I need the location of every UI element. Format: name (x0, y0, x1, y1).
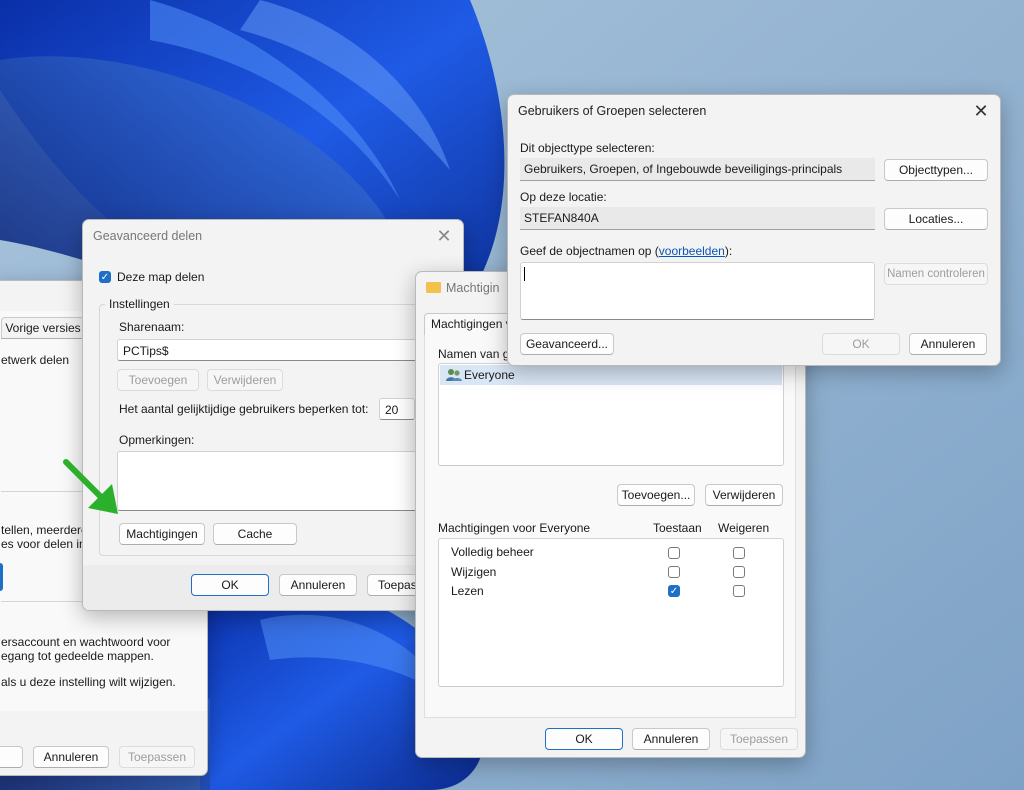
modify-allow-checkbox[interactable] (668, 566, 680, 578)
settings-group-label: Instellingen (105, 297, 174, 311)
location-label: Op deze locatie: (520, 190, 607, 204)
dialog-title: Geavanceerd delen (93, 229, 203, 243)
object-names-input[interactable] (520, 262, 875, 320)
add-group-button[interactable]: Toevoegen... (617, 484, 695, 506)
read-deny-checkbox[interactable] (733, 585, 745, 597)
select-users-titlebar[interactable]: Gebruikers of Groepen selecteren ✕ (508, 95, 1000, 127)
remove-share-button: Verwijderen (207, 369, 283, 391)
group-name: Everyone (464, 368, 515, 382)
add-share-button: Toevoegen (117, 369, 199, 391)
close-icon[interactable]: ✕ (427, 222, 461, 250)
user-limit-label: Het aantal gelijktijdige gebruikers bepe… (119, 402, 369, 416)
share-name-value: PCTips$ (123, 344, 169, 358)
object-type-field: Gebruikers, Groepen, of Ingebouwde bevei… (520, 158, 875, 181)
check-names-button: Namen controleren (884, 263, 988, 285)
read-allow-checkbox[interactable]: ✓ (668, 585, 680, 597)
group-list-item[interactable]: Everyone (440, 365, 782, 385)
tab-previous-versions[interactable]: Vorige versies (1, 317, 85, 339)
permission-row-read: Lezen (451, 584, 484, 598)
permissions-cancel-button[interactable]: Annuleren (632, 728, 710, 750)
annotation-arrow (63, 459, 118, 514)
permissions-title: Machtigin (446, 281, 500, 295)
object-names-label: Geef de objectnamen op (voorbeelden): (520, 244, 732, 258)
group-names-label: Namen van g (438, 347, 510, 361)
close-icon[interactable]: ✕ (964, 97, 998, 125)
allow-header: Toestaan (653, 521, 702, 535)
permissions-for-label: Machtigingen voor Everyone (438, 521, 591, 535)
advanced-sharing-text-1: tellen, meerdere (1, 523, 88, 537)
back-ok-button-edge[interactable] (0, 746, 23, 768)
change-setting-text: als u deze instelling wilt wijzigen. (1, 675, 176, 689)
object-types-button[interactable]: Objecttypen... (884, 159, 988, 181)
examples-link[interactable]: voorbeelden (659, 244, 725, 258)
share-folder-checkbox[interactable]: ✓ (99, 271, 111, 283)
permissions-button[interactable]: Machtigingen (119, 523, 205, 545)
user-limit-input[interactable]: 20 (379, 398, 415, 420)
locations-button[interactable]: Locaties... (884, 208, 988, 230)
share-name-input[interactable]: PCTips$ (117, 339, 463, 361)
advanced-sharing-button-edge[interactable] (0, 563, 3, 591)
permissions-table: Volledig beheer Wijzigen Lezen ✓ (438, 538, 784, 687)
folder-icon (426, 282, 441, 293)
user-limit-value: 20 (385, 403, 399, 417)
full-control-allow-checkbox[interactable] (668, 547, 680, 559)
full-control-deny-checkbox[interactable] (733, 547, 745, 559)
permissions-ok-button[interactable]: OK (545, 728, 623, 750)
select-users-dialog: Gebruikers of Groepen selecteren ✕ Dit o… (507, 94, 1001, 366)
comments-label: Opmerkingen: (119, 433, 195, 447)
select-cancel-button[interactable]: Annuleren (909, 333, 987, 355)
share-name-label: Sharenaam: (119, 320, 185, 334)
select-ok-button: OK (822, 333, 900, 355)
object-names-label-prefix: Geef de objectnamen op ( (520, 244, 659, 258)
location-field: STEFAN840A (520, 207, 875, 230)
advanced-sharing-titlebar[interactable]: Geavanceerd delen ✕ (83, 220, 463, 252)
share-folder-label: Deze map delen (117, 270, 205, 284)
text-cursor (524, 267, 525, 281)
advanced-sharing-text-2: es voor delen in (1, 537, 86, 551)
remove-group-button[interactable]: Verwijderen (705, 484, 783, 506)
cache-button[interactable]: Cache (213, 523, 297, 545)
users-group-icon (446, 368, 462, 382)
deny-header: Weigeren (718, 521, 770, 535)
network-sharing-text: etwerk delen (1, 353, 70, 367)
modify-deny-checkbox[interactable] (733, 566, 745, 578)
object-type-label: Dit objecttype selecteren: (520, 141, 655, 155)
permission-row-modify: Wijzigen (451, 565, 497, 579)
back-cancel-button[interactable]: Annuleren (33, 746, 109, 768)
advanced-sharing-dialog: Geavanceerd delen ✕ ✓ Deze map delen Ins… (82, 219, 464, 611)
permissions-apply-button: Toepassen (720, 728, 798, 750)
permission-row-full-control: Volledig beheer (451, 545, 534, 559)
back-apply-button: Toepassen (119, 746, 195, 768)
group-list[interactable]: Everyone (438, 363, 784, 466)
cancel-button[interactable]: Annuleren (279, 574, 357, 596)
ok-button[interactable]: OK (191, 574, 269, 596)
password-text-1: ersaccount en wachtwoord voor (1, 635, 171, 649)
comments-textarea[interactable] (117, 451, 463, 511)
advanced-button[interactable]: Geavanceerd... (520, 333, 614, 355)
password-text-2: egang tot gedeelde mappen. (1, 649, 154, 663)
select-users-title: Gebruikers of Groepen selecteren (518, 104, 707, 118)
object-names-label-suffix: ): (724, 244, 733, 258)
